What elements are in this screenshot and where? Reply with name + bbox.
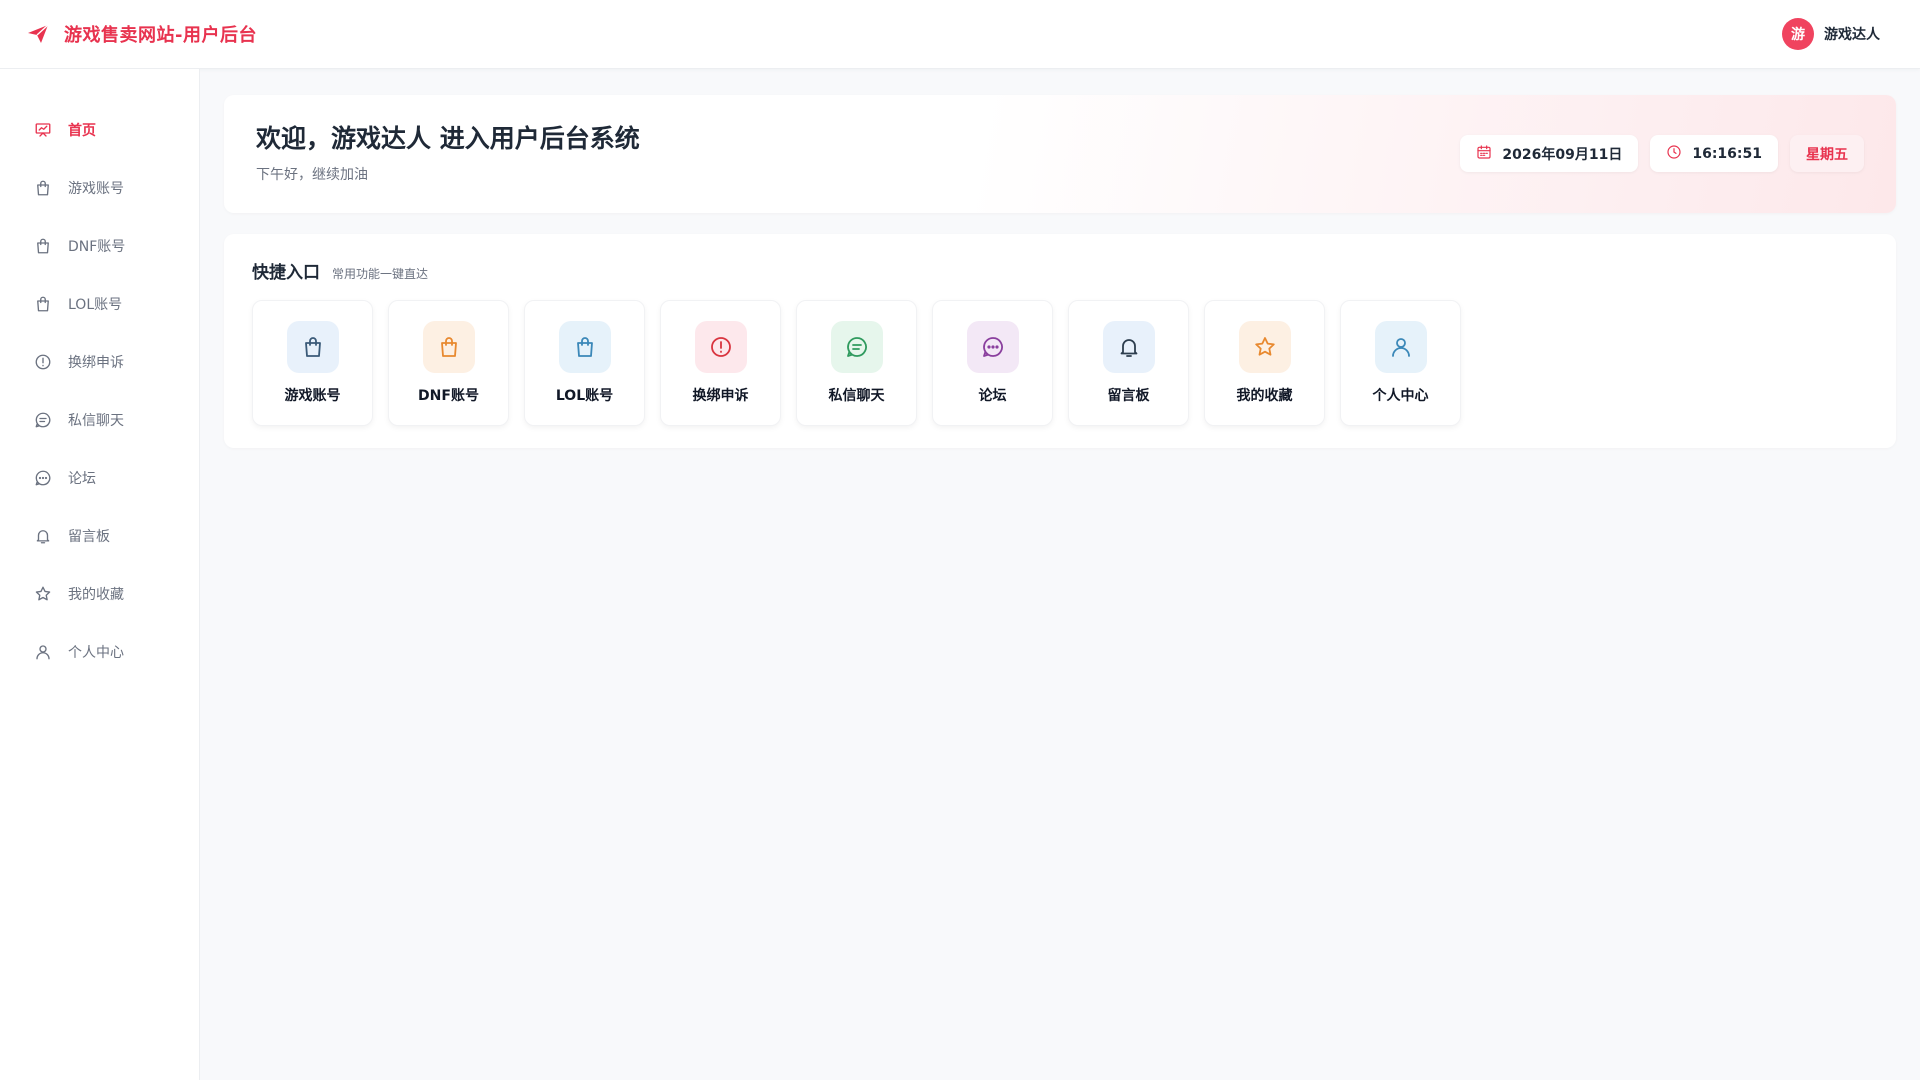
- sidebar-item-label: 首页: [68, 123, 96, 139]
- quick-card-label: 我的收藏: [1236, 388, 1293, 404]
- current-weekday: 星期五: [1806, 146, 1848, 163]
- sidebar-item-label: LOL账号: [68, 297, 123, 313]
- quick-entry-subtitle: 常用功能一键直达: [332, 267, 429, 281]
- quick-entry-panel: 快捷入口 常用功能一键直达 游戏账号 DNF账号 LOL账号 换绑申诉 私信聊天…: [224, 234, 1896, 448]
- sidebar-item-lol-accounts[interactable]: LOL账号: [0, 275, 199, 333]
- sidebar-item-rebind-appeal[interactable]: 换绑申诉: [0, 333, 199, 391]
- alert-circle-icon: [694, 321, 747, 373]
- quick-card-label: 个人中心: [1372, 388, 1429, 404]
- weekday-chip: 星期五: [1790, 135, 1864, 172]
- message-icon: [830, 321, 883, 373]
- quick-card-label: 游戏账号: [284, 388, 341, 404]
- calendar-icon: [1476, 144, 1492, 164]
- quick-card-profile[interactable]: 个人中心: [1340, 300, 1461, 426]
- quick-card-favorites[interactable]: 我的收藏: [1204, 300, 1325, 426]
- quick-card-label: 留言板: [1107, 388, 1150, 404]
- quick-entry-title: 快捷入口: [252, 263, 320, 283]
- date-time-chips: 2026年09月11日 16:16:51 星期五: [1460, 135, 1864, 172]
- sidebar-item-game-accounts[interactable]: 游戏账号: [0, 159, 199, 217]
- quick-card-dnf-accounts[interactable]: DNF账号: [388, 300, 509, 426]
- quick-entry-cards: 游戏账号 DNF账号 LOL账号 换绑申诉 私信聊天 论坛 留言板 我的收藏 个…: [252, 300, 1868, 426]
- shopping-bag-icon: [286, 321, 339, 373]
- quick-card-label: LOL账号: [555, 388, 614, 404]
- time-chip: 16:16:51: [1650, 135, 1778, 172]
- quick-card-game-accounts[interactable]: 游戏账号: [252, 300, 373, 426]
- user-name: 游戏达人: [1824, 27, 1880, 43]
- top-header: 游戏售卖网站-用户后台 游 游戏达人: [0, 0, 1920, 69]
- sidebar-item-label: 我的收藏: [68, 587, 124, 603]
- quick-card-private-chat[interactable]: 私信聊天: [796, 300, 917, 426]
- sidebar-item-label: 个人中心: [68, 645, 124, 661]
- paper-plane-icon: [26, 22, 50, 46]
- quick-card-label: 换绑申诉: [692, 388, 749, 404]
- sidebar-item-label: 游戏账号: [68, 181, 124, 197]
- sidebar-item-label: 私信聊天: [68, 413, 124, 429]
- quick-card-lol-accounts[interactable]: LOL账号: [524, 300, 645, 426]
- bell-icon: [1102, 321, 1155, 373]
- sidebar-item-dnf-accounts[interactable]: DNF账号: [0, 217, 199, 275]
- bell-icon: [34, 527, 52, 545]
- star-icon: [1238, 321, 1291, 373]
- chat-bubble-icon: [34, 469, 52, 487]
- sidebar: 首页 游戏账号 DNF账号 LOL账号 换绑申诉 私信聊天 论坛 留言板 我的收…: [0, 69, 200, 1080]
- shopping-bag-icon: [34, 237, 52, 255]
- current-time: 16:16:51: [1692, 145, 1762, 162]
- sidebar-item-forum[interactable]: 论坛: [0, 449, 199, 507]
- user-menu[interactable]: 游 游戏达人: [1782, 18, 1880, 50]
- alert-circle-icon: [34, 353, 52, 371]
- sidebar-item-label: 留言板: [68, 529, 110, 545]
- presentation-icon: [34, 121, 52, 139]
- quick-card-label: 私信聊天: [828, 388, 885, 404]
- star-icon: [34, 585, 52, 603]
- current-date: 2026年09月11日: [1502, 146, 1623, 163]
- quick-card-label: 论坛: [978, 388, 1007, 404]
- shopping-bag-icon: [34, 179, 52, 197]
- sidebar-item-message-board[interactable]: 留言板: [0, 507, 199, 565]
- sidebar-item-home[interactable]: 首页: [0, 101, 199, 159]
- shopping-bag-icon: [34, 295, 52, 313]
- message-icon: [34, 411, 52, 429]
- brand-title: 游戏售卖网站-用户后台: [64, 25, 257, 46]
- clock-icon: [1666, 144, 1682, 164]
- brand[interactable]: 游戏售卖网站-用户后台: [26, 21, 257, 47]
- shopping-bag-icon: [422, 321, 475, 373]
- user-icon: [34, 643, 52, 661]
- user-icon: [1374, 321, 1427, 373]
- sidebar-item-label: DNF账号: [68, 239, 126, 255]
- quick-card-label: DNF账号: [418, 388, 479, 404]
- sidebar-item-label: 论坛: [68, 471, 96, 487]
- quick-entry-header: 快捷入口 常用功能一键直达: [252, 258, 1868, 283]
- sidebar-item-private-chat[interactable]: 私信聊天: [0, 391, 199, 449]
- chat-bubble-icon: [966, 321, 1019, 373]
- sidebar-item-favorites[interactable]: 我的收藏: [0, 565, 199, 623]
- sidebar-item-label: 换绑申诉: [68, 355, 124, 371]
- quick-card-forum[interactable]: 论坛: [932, 300, 1053, 426]
- welcome-banner: 欢迎，游戏达人 进入用户后台系统 下午好，继续加油 2026年09月11日 16…: [224, 95, 1896, 213]
- quick-card-message-board[interactable]: 留言板: [1068, 300, 1189, 426]
- avatar: 游: [1782, 18, 1814, 50]
- shopping-bag-icon: [558, 321, 611, 373]
- sidebar-item-profile[interactable]: 个人中心: [0, 623, 199, 681]
- quick-card-rebind-appeal[interactable]: 换绑申诉: [660, 300, 781, 426]
- date-chip: 2026年09月11日: [1460, 135, 1639, 172]
